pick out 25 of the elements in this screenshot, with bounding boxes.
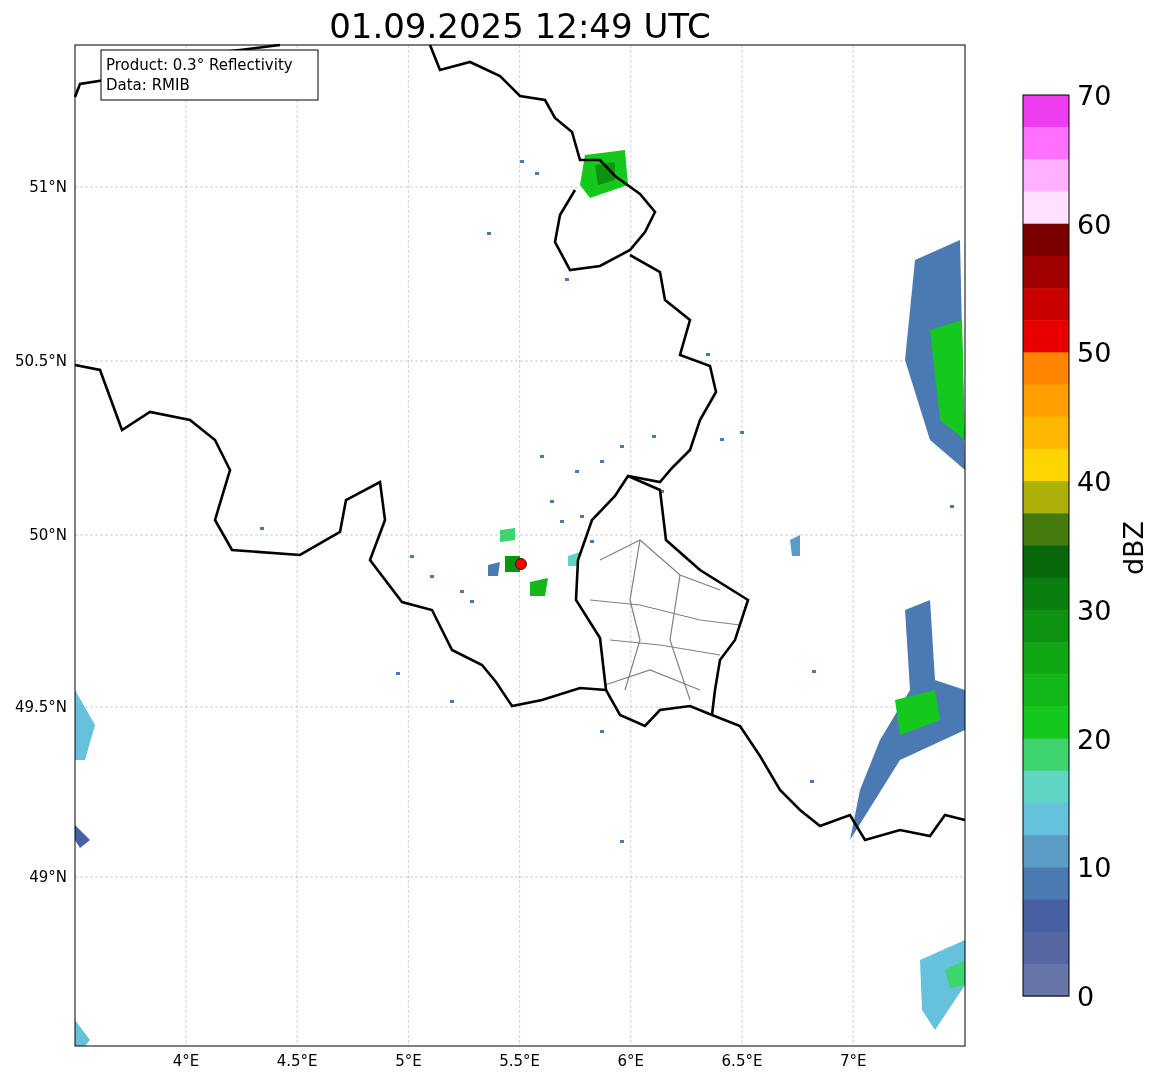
figure-title: 01.09.2025 12:49 UTC xyxy=(329,6,711,46)
scale-tick-label: 0 xyxy=(1077,981,1095,1012)
scale-tick-label: 40 xyxy=(1077,466,1112,498)
longitude-label: 5°E xyxy=(395,1052,422,1070)
longitude-label: 6.5°E xyxy=(721,1052,763,1070)
info-text: Product: 0.3° Reflectivity xyxy=(106,56,293,74)
scale-tick-label: 10 xyxy=(1077,852,1112,884)
scale-tick-label: 30 xyxy=(1077,594,1112,626)
radar-station-marker xyxy=(515,558,527,570)
latitude-label: 50°N xyxy=(29,526,67,544)
scale-tick-label: 20 xyxy=(1077,723,1112,755)
longitude-label: 4.5°E xyxy=(276,1052,318,1070)
latitude-label: 51°N xyxy=(29,178,67,196)
longitude-label: 5.5°E xyxy=(499,1052,540,1070)
scale-tick-label: 60 xyxy=(1077,208,1112,240)
longitude-label: 6°E xyxy=(617,1052,645,1070)
longitude-label: 4°E xyxy=(172,1052,200,1070)
latitude-label: 50.5°N xyxy=(14,352,67,370)
scale-tick-label: 70 xyxy=(1077,80,1112,111)
latitude-label: 49.5°N xyxy=(14,698,67,716)
scale-tick-label: 50 xyxy=(1077,337,1112,369)
latitude-label: 49°N xyxy=(29,868,67,886)
longitude-label: 7°E xyxy=(839,1052,867,1070)
scale-label: dBZ xyxy=(1118,520,1149,576)
info-text: Data: RMIB xyxy=(106,76,190,94)
